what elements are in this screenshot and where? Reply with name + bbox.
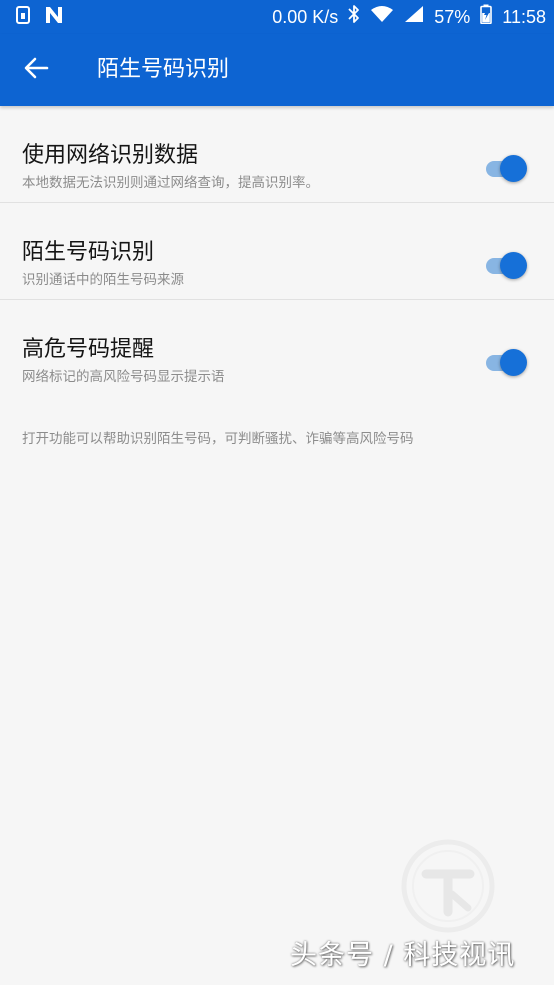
setting-title: 高危号码提醒 [22, 337, 155, 362]
app-bar: 陌生号码识别 [0, 34, 554, 106]
watermark-text: 头条号 / 科技视讯 [290, 940, 516, 971]
arrow-back-icon [23, 55, 49, 85]
battery-percent: 57% [434, 7, 471, 27]
n-logo-icon [44, 6, 64, 28]
network-data-toggle[interactable] [486, 153, 528, 183]
setting-subtitle: 本地数据无法识别则通过网络查询，提高识别率。 [22, 175, 319, 191]
battery-icon [480, 4, 493, 30]
toggle-thumb [500, 252, 527, 279]
sim-card-icon [16, 6, 30, 28]
unknown-number-id-toggle[interactable] [486, 250, 528, 280]
setting-title: 使用网络识别数据 [22, 143, 199, 168]
setting-subtitle: 识别通话中的陌生号码来源 [22, 272, 184, 288]
status-left-icons [16, 6, 64, 28]
status-right: 0.00 K/s 57% 11:58 [272, 4, 546, 30]
setting-title: 陌生号码识别 [22, 240, 155, 265]
setting-unknown-number-id[interactable]: 陌生号码识别 识别通话中的陌生号码来源 [0, 203, 554, 300]
clock: 11:58 [502, 7, 546, 27]
wifi-icon [370, 5, 394, 29]
page-title: 陌生号码识别 [97, 57, 230, 82]
footer-note: 打开功能可以帮助识别陌生号码，可判断骚扰、诈骗等高风险号码 [22, 431, 414, 447]
setting-high-risk-alert[interactable]: 高危号码提醒 网络标记的高风险号码显示提示语 [0, 300, 554, 396]
bluetooth-icon [348, 4, 360, 30]
toggle-thumb [500, 349, 527, 376]
setting-subtitle: 网络标记的高风险号码显示提示语 [22, 369, 225, 385]
setting-network-data[interactable]: 使用网络识别数据 本地数据无法识别则通过网络查询，提高识别率。 [0, 106, 554, 203]
network-speed: 0.00 K/s [272, 7, 339, 27]
high-risk-alert-toggle[interactable] [486, 347, 528, 377]
status-bar: 0.00 K/s 57% 11:58 [0, 0, 554, 34]
cell-signal-icon [404, 5, 424, 29]
settings-list: 使用网络识别数据 本地数据无法识别则通过网络查询，提高识别率。 陌生号码识别 识… [0, 106, 554, 396]
back-button[interactable] [14, 48, 58, 92]
toggle-thumb [500, 155, 527, 182]
watermark-logo-icon [400, 838, 496, 934]
